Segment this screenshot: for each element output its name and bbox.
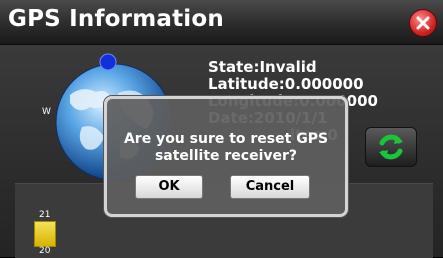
refresh-button[interactable] <box>365 127 417 167</box>
west-label: W <box>42 107 51 117</box>
latitude-text: Latitude:0.000000 <box>208 75 364 93</box>
refresh-icon <box>379 134 403 160</box>
state-text: State:Invalid <box>208 58 317 76</box>
signal-tick-bottom: 20 <box>39 246 51 256</box>
ok-button[interactable]: OK <box>135 175 203 199</box>
signal-bar <box>34 221 56 247</box>
cancel-button[interactable]: Cancel <box>230 175 310 199</box>
dialog-message: Are you sure to reset GPS satellite rece… <box>123 131 329 164</box>
close-button[interactable] <box>409 9 437 37</box>
title-bar: GPS Information <box>0 0 443 45</box>
signal-tick-top: 21 <box>39 210 51 220</box>
confirm-dialog: Are you sure to reset GPS satellite rece… <box>104 96 348 217</box>
close-icon <box>416 16 430 30</box>
window-title: GPS Information <box>8 6 224 32</box>
